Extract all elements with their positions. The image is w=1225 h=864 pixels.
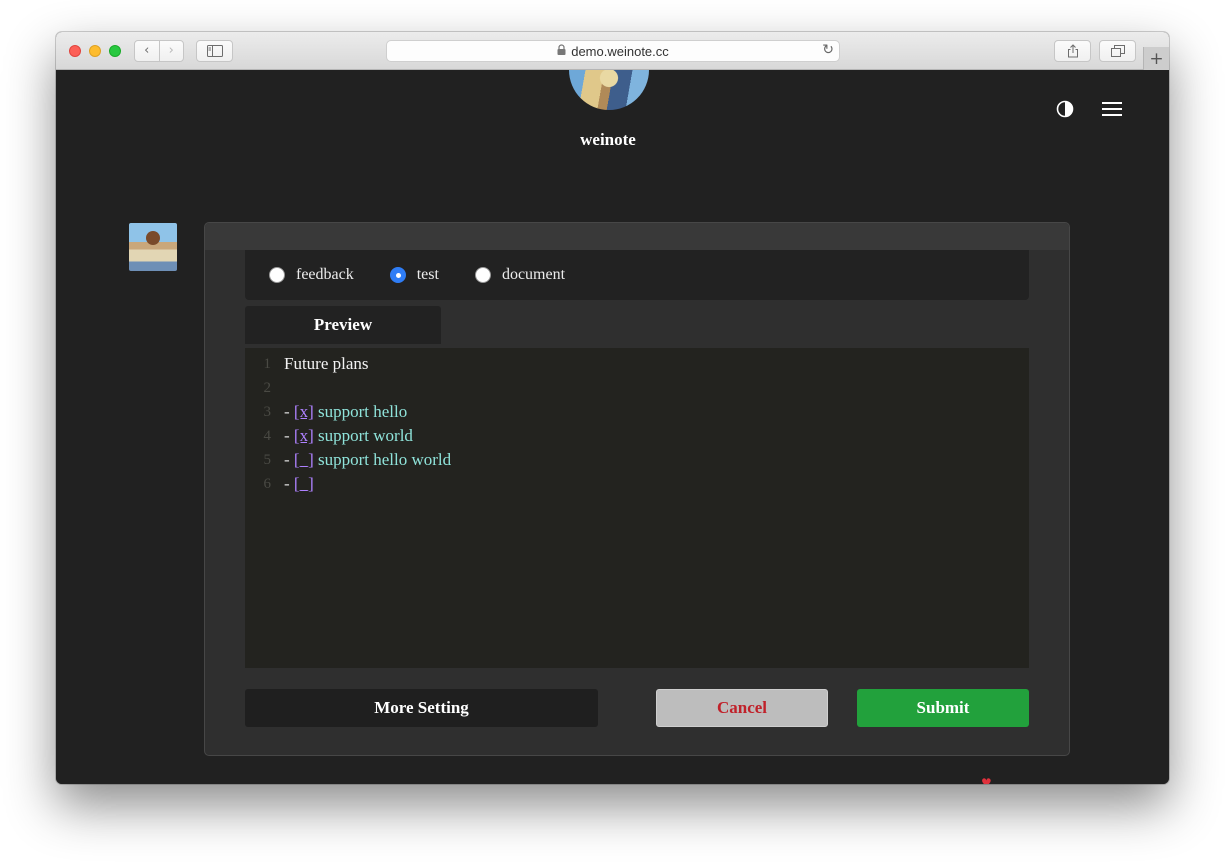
tabs-icon (1110, 45, 1125, 57)
category-option-document[interactable]: document (474, 266, 566, 284)
list-dash: - (284, 402, 294, 421)
more-setting-button[interactable]: More Setting (245, 689, 598, 727)
cancel-button[interactable]: Cancel (656, 689, 828, 727)
site-title[interactable]: weinote (508, 130, 708, 150)
line-number: 2 (263, 380, 272, 396)
minimize-window-button[interactable] (89, 45, 101, 57)
list-dash: - (284, 426, 294, 445)
editor-line: 6 - [_] (245, 472, 1029, 496)
radio-button[interactable] (269, 267, 285, 283)
browser-titlebar: ‹ › demo.weinote.cc ↻ + (56, 32, 1169, 70)
list-dash: - (284, 450, 294, 469)
task-text: support hello world (313, 450, 452, 469)
share-icon (1067, 44, 1078, 58)
editor-line: 4 - [x] support world (245, 424, 1029, 448)
category-label: feedback (296, 266, 354, 283)
close-window-button[interactable] (69, 45, 81, 57)
editor-line: 3 - [x] support hello (245, 400, 1029, 424)
line-number: 4 (263, 428, 272, 444)
theme-toggle-icon[interactable] (1056, 100, 1074, 118)
note-composer-panel: feedback test document Preview 1 Future … (204, 222, 1070, 756)
category-radio-group: feedback test document (245, 250, 1029, 300)
user-avatar[interactable] (129, 223, 177, 271)
task-text: support hello (313, 402, 408, 421)
task-checkbox-done: [x] (293, 426, 314, 445)
heart-icon: ♥ (981, 776, 992, 784)
category-option-test[interactable]: test (389, 266, 439, 284)
sidebar-icon (206, 45, 223, 57)
forward-button[interactable]: › (158, 41, 184, 61)
page-content: weinote feedback test document Preview 1… (56, 70, 1169, 784)
radio-button-selected[interactable] (389, 267, 406, 283)
submit-button[interactable]: Submit (857, 689, 1029, 727)
tabs-overview-button[interactable] (1099, 40, 1136, 62)
new-tab-button[interactable]: + (1143, 47, 1169, 70)
category-label: test (416, 266, 439, 283)
line-text: Future plans (284, 354, 369, 373)
radio-button[interactable] (474, 267, 491, 283)
sidebar-toggle-button[interactable] (196, 40, 233, 62)
back-button[interactable]: ‹ (135, 41, 159, 61)
line-number: 5 (263, 452, 272, 468)
nav-buttons: ‹ › (134, 40, 184, 62)
task-text: support world (313, 426, 413, 445)
site-avatar[interactable] (569, 70, 649, 110)
line-number: 6 (263, 476, 272, 492)
task-checkbox-open: [_] (293, 474, 314, 493)
menu-icon[interactable] (1102, 101, 1122, 117)
editor-line: 5 - [_] support hello world (245, 448, 1029, 472)
address-bar[interactable]: demo.weinote.cc ↻ (386, 40, 840, 62)
browser-window: ‹ › demo.weinote.cc ↻ + weinote feedback… (56, 32, 1169, 784)
editor-line: 2 (245, 376, 1029, 400)
category-option-feedback[interactable]: feedback (269, 266, 354, 284)
url-text: demo.weinote.cc (571, 43, 669, 59)
category-label: document (501, 266, 566, 283)
task-checkbox-open: [_] (293, 450, 314, 469)
markdown-editor[interactable]: 1 Future plans 2 3 - [x] support hello 4… (245, 348, 1029, 668)
panel-header-strip (205, 223, 1069, 250)
task-checkbox-done: [x] (293, 402, 314, 421)
zoom-window-button[interactable] (109, 45, 121, 57)
lock-icon (557, 44, 566, 58)
preview-tab[interactable]: Preview (245, 306, 441, 344)
line-number: 1 (263, 356, 272, 372)
list-dash: - (284, 474, 294, 493)
line-number: 3 (263, 404, 272, 420)
editor-line: 1 Future plans (245, 352, 1029, 376)
share-button[interactable] (1054, 40, 1091, 62)
reload-icon[interactable]: ↻ (822, 42, 834, 58)
